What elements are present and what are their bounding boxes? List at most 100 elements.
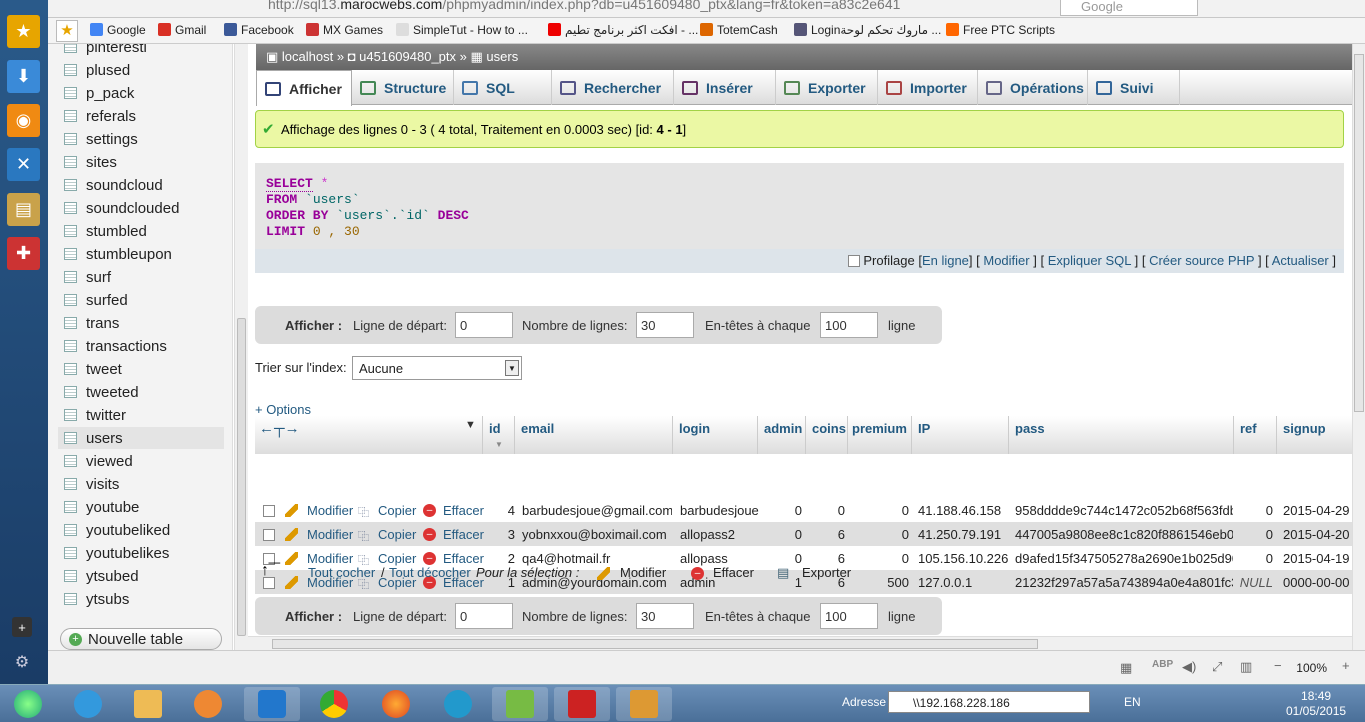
column-header-ref[interactable]: ref <box>1240 421 1257 436</box>
table-row[interactable]: Modifier ⿻ Copier – Effacer 3 yobnxxou@boximai… <box>255 522 1352 546</box>
column-header-id[interactable]: id <box>489 421 501 436</box>
cell-id[interactable]: 4 <box>482 503 515 518</box>
filezilla-icon[interactable] <box>554 687 610 721</box>
add-icon[interactable]: + <box>12 617 32 637</box>
bookmark-0[interactable]: Google <box>90 23 146 37</box>
sidebar-item-ytsubed[interactable]: ytsubed <box>64 565 224 587</box>
bulk-export-button[interactable]: Exporter <box>802 565 851 580</box>
main-scroll-thumb[interactable] <box>1354 54 1364 412</box>
zoom-in-icon[interactable]: + <box>1342 658 1350 673</box>
bookmark-2[interactable]: Facebook <box>224 23 294 37</box>
sidebar-item-plused[interactable]: plused <box>64 59 224 81</box>
cell-email[interactable]: yobnxxou@boximail.com <box>522 527 672 542</box>
row-edit-link[interactable]: Modifier <box>307 527 353 542</box>
explain-sql-link[interactable]: Expliquer SQL <box>1048 253 1131 268</box>
tab-insert[interactable]: Insérer <box>674 70 776 105</box>
sidebar-item-youtubeliked[interactable]: youtubeliked <box>64 519 224 541</box>
table-row[interactable]: Modifier ⿻ Copier – Effacer 4 barbudesjoue@gma… <box>255 498 1352 522</box>
start-row-input[interactable]: 0 <box>455 603 513 629</box>
cell-ref[interactable]: 0 <box>1233 527 1273 542</box>
zoom-out-icon[interactable]: − <box>1274 658 1282 673</box>
options-link[interactable]: + Options <box>255 402 311 417</box>
column-header-email[interactable]: email <box>521 421 554 436</box>
language-indicator[interactable]: EN <box>1124 695 1141 709</box>
sql-select[interactable]: SELECT <box>266 176 313 192</box>
bookmark-1[interactable]: Gmail <box>158 23 206 37</box>
cell-signup[interactable]: 2015-04-19 <box>1283 551 1352 566</box>
horizontal-scroll-thumb[interactable] <box>272 639 1038 649</box>
cell-login[interactable]: allopass2 <box>680 527 760 542</box>
cell-premium[interactable]: 0 <box>847 527 909 542</box>
firefox-icon[interactable] <box>368 687 424 721</box>
notes-icon[interactable]: ▤ <box>7 193 40 226</box>
address-bar[interactable]: http://sql13.marocwebs.com/phpmyadmin/in… <box>48 0 1365 18</box>
column-header-signup[interactable]: signup <box>1283 421 1326 436</box>
cell-coins[interactable]: 6 <box>805 527 845 542</box>
row-copy-link[interactable]: Copier <box>378 551 416 566</box>
cell-login[interactable]: barbudesjoue <box>680 503 760 518</box>
check-all-link[interactable]: Tout cocher <box>308 565 375 580</box>
row-edit-link[interactable]: Modifier <box>307 551 353 566</box>
cell-login[interactable]: allopass <box>680 551 760 566</box>
sidebar-scroll-thumb[interactable] <box>237 318 246 636</box>
row-checkbox[interactable] <box>263 505 275 517</box>
tab-structure[interactable]: Structure <box>352 70 454 105</box>
headers-every-input[interactable]: 100 <box>820 603 878 629</box>
cell-pass[interactable]: 958dddde9c744c1472c052b68f563fdb <box>1015 503 1233 518</box>
row-delete-link[interactable]: Effacer <box>443 551 484 566</box>
zoom-level[interactable]: 100% <box>1296 661 1327 675</box>
cell-id[interactable]: 3 <box>482 527 515 542</box>
cell-admin[interactable]: 0 <box>757 503 802 518</box>
sidebar-item-stumbled[interactable]: stumbled <box>64 220 224 242</box>
new-table-button[interactable]: + Nouvelle table <box>60 628 222 650</box>
explorer-icon[interactable] <box>120 687 176 721</box>
sidebar-item-settings[interactable]: settings <box>64 128 224 150</box>
cell-signup[interactable]: 0000-00-00 <box>1283 575 1352 590</box>
download-icon[interactable]: ⬇ <box>7 60 40 93</box>
rss-icon[interactable]: ◉ <box>7 104 40 137</box>
column-resize-icon[interactable]: ←┬→ <box>259 420 300 437</box>
bookmark-3[interactable]: MX Games <box>306 23 383 37</box>
cell-pass[interactable]: 447005a9808ee8c1c820f8861546eb0d <box>1015 527 1233 542</box>
column-header-premium[interactable]: premium <box>852 421 907 436</box>
refresh-link[interactable]: Actualiser <box>1272 253 1329 268</box>
column-header-admin[interactable]: admin <box>764 421 802 436</box>
sidebar-item-tweet[interactable]: tweet <box>64 358 224 380</box>
fullscreen-icon[interactable]: ⤢ <box>1212 659 1222 675</box>
breadcrumb-database[interactable]: u451609480_ptx <box>359 49 456 64</box>
bookmark-4[interactable]: SimpleTut - How to ... <box>396 23 528 37</box>
bookmark-5[interactable]: افكت اكثر برنامج تطيم - ... <box>548 23 698 37</box>
adblock-icon[interactable]: ABP <box>1152 659 1173 670</box>
tab-search[interactable]: Rechercher <box>552 70 674 105</box>
column-header-login[interactable]: login <box>679 421 710 436</box>
app-n-icon[interactable] <box>430 687 486 721</box>
sidebar-item-pinteresti[interactable]: pinteresti <box>64 44 224 58</box>
row-checkbox[interactable] <box>263 529 275 541</box>
tab-import[interactable]: Importer <box>878 70 978 105</box>
split-view-icon[interactable]: ▥ <box>1240 659 1252 675</box>
sidebar-item-viewed[interactable]: viewed <box>64 450 224 472</box>
breadcrumb-server[interactable]: localhost <box>282 49 333 64</box>
bulk-delete-button[interactable]: Effacer <box>713 565 754 580</box>
tab-operations[interactable]: Opérations <box>978 70 1088 105</box>
headers-every-input[interactable]: 100 <box>820 312 878 338</box>
sort-arrow-icon[interactable]: ▼ <box>465 419 476 431</box>
search-box[interactable]: Google <box>1060 0 1198 16</box>
sidebar-item-trans[interactable]: trans <box>64 312 224 334</box>
cell-pass[interactable]: d9afed15f347505278a2690e1b025d90 <box>1015 551 1233 566</box>
sidebar-item-referals[interactable]: referals <box>64 105 224 127</box>
column-header-coins[interactable]: coins <box>812 421 846 436</box>
column-header-pass[interactable]: pass <box>1015 421 1045 436</box>
sort-index-select[interactable]: Aucune ▼ <box>352 356 522 380</box>
cell-ip[interactable]: 105.156.10.226 <box>918 551 1008 566</box>
tab-tracking[interactable]: Suivi <box>1088 70 1180 105</box>
sidebar-item-surf[interactable]: surf <box>64 266 224 288</box>
id-sort-icon[interactable]: ▼ <box>495 440 503 449</box>
settings-gear-icon[interactable]: ⚙ <box>12 652 32 672</box>
cell-id[interactable]: 2 <box>482 551 515 566</box>
cell-email[interactable]: barbudesjoue@gmail.com <box>522 503 672 518</box>
ie-icon[interactable] <box>60 687 116 721</box>
media-player-icon[interactable] <box>180 687 236 721</box>
sidebar-item-surfed[interactable]: surfed <box>64 289 224 311</box>
sidebar-item-soundcloud[interactable]: soundcloud <box>64 174 224 196</box>
